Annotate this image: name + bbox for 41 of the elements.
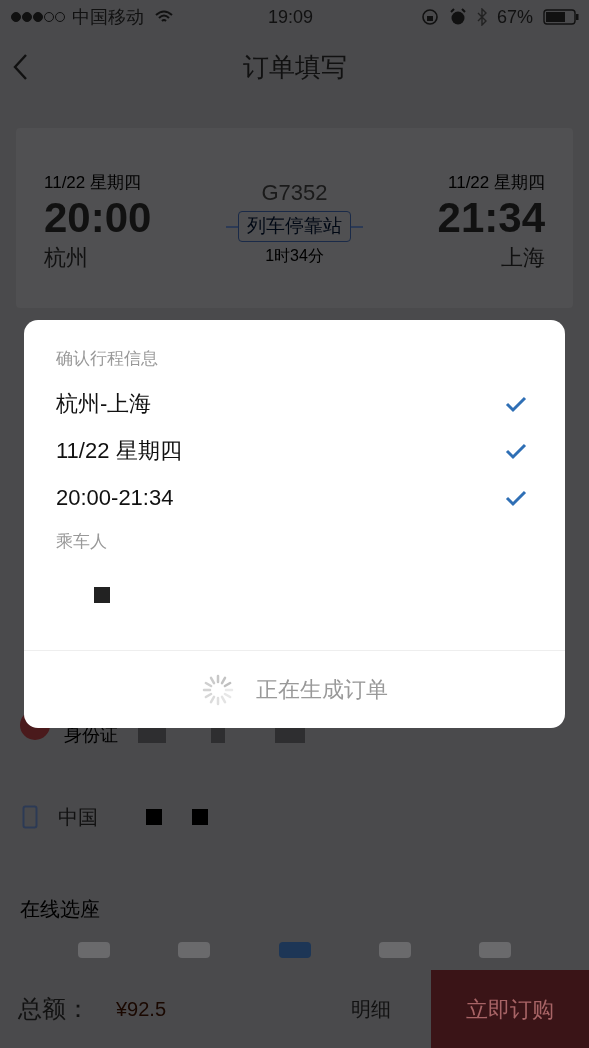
id-type-label: 身份证 bbox=[64, 723, 118, 747]
phone-icon bbox=[22, 805, 38, 829]
order-status-text: 正在生成订单 bbox=[255, 676, 388, 704]
trip-duration: 1时34分 bbox=[265, 245, 324, 266]
section-title: 在线选座 bbox=[20, 898, 100, 920]
page-title: 订单填写 bbox=[242, 50, 347, 84]
signal-icon bbox=[10, 11, 66, 23]
detail-button[interactable]: 明细 bbox=[351, 994, 391, 1024]
redaction-mark bbox=[94, 586, 110, 603]
alarm-icon bbox=[448, 8, 467, 26]
depart-station: 杭州 bbox=[44, 244, 89, 273]
depart-time: 20:00 bbox=[44, 195, 152, 242]
loading-spinner-icon bbox=[201, 673, 234, 706]
seat-icon[interactable] bbox=[378, 942, 411, 958]
arrive-date: 11/22 星期四 bbox=[448, 171, 545, 194]
carrier-name: 中国移动 bbox=[72, 5, 144, 29]
total-label: 总额： bbox=[18, 994, 90, 1024]
dialog-title: 确认行程信息 bbox=[56, 348, 159, 370]
total-price: ¥92.5 bbox=[116, 997, 167, 1022]
passenger-label: 乘车人 bbox=[56, 531, 108, 553]
train-stops-button[interactable]: 列车停靠站 bbox=[238, 211, 351, 242]
battery-percent: 67% bbox=[496, 5, 533, 29]
seat-icon[interactable] bbox=[78, 942, 110, 958]
arrive-station: 上海 bbox=[501, 244, 545, 273]
battery-icon bbox=[543, 9, 579, 25]
depart-date: 11/22 星期四 bbox=[44, 171, 142, 194]
trip-info-item: 杭州-上海 bbox=[56, 390, 152, 418]
rotation-lock-icon bbox=[420, 8, 439, 26]
seat-icon[interactable] bbox=[278, 942, 311, 958]
bluetooth-icon bbox=[476, 8, 487, 26]
redaction-mark bbox=[192, 809, 208, 825]
country-label: 中国 bbox=[58, 805, 98, 830]
arrive-time: 21:34 bbox=[437, 195, 545, 242]
trip-info-item: 20:00-21:34 bbox=[56, 484, 174, 512]
seat-icon[interactable] bbox=[178, 942, 211, 958]
submit-order-button[interactable]: 立即订购 bbox=[431, 970, 589, 1048]
seat-icon[interactable] bbox=[479, 942, 511, 958]
train-number: G7352 bbox=[261, 179, 328, 208]
trip-info-item: 11/22 星期四 bbox=[56, 437, 182, 465]
redaction-mark bbox=[146, 809, 162, 825]
clock-time: 19:09 bbox=[268, 5, 314, 29]
